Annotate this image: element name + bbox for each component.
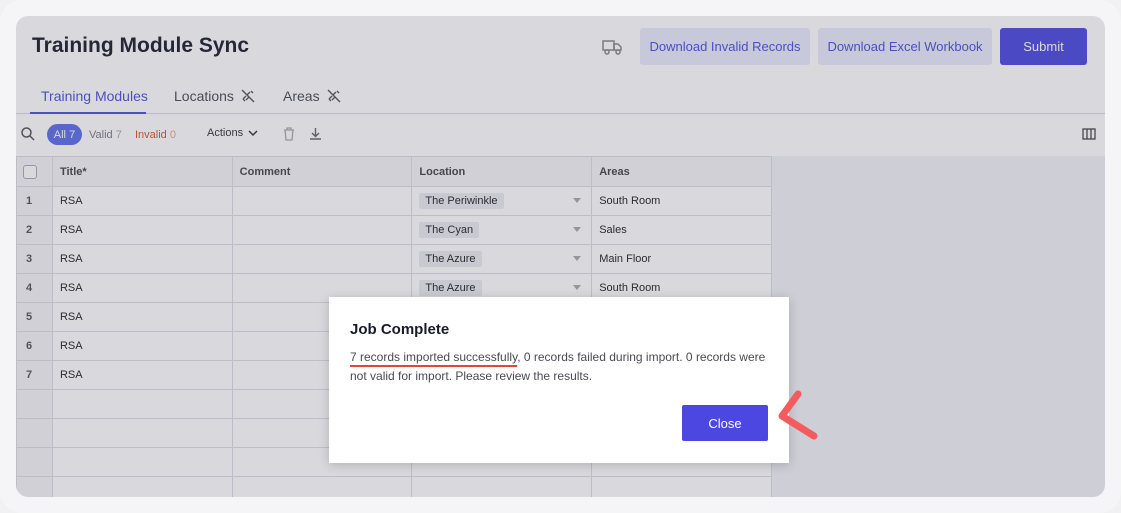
callout-arrow-icon (778, 390, 818, 440)
dialog-message: 7 records imported successfully, 0 recor… (350, 348, 770, 386)
close-button[interactable]: Close (682, 405, 768, 441)
success-highlight: 7 records imported successfully (350, 350, 518, 364)
job-complete-dialog: Job Complete 7 records imported successf… (329, 297, 789, 463)
dialog-title: Job Complete (350, 321, 450, 338)
